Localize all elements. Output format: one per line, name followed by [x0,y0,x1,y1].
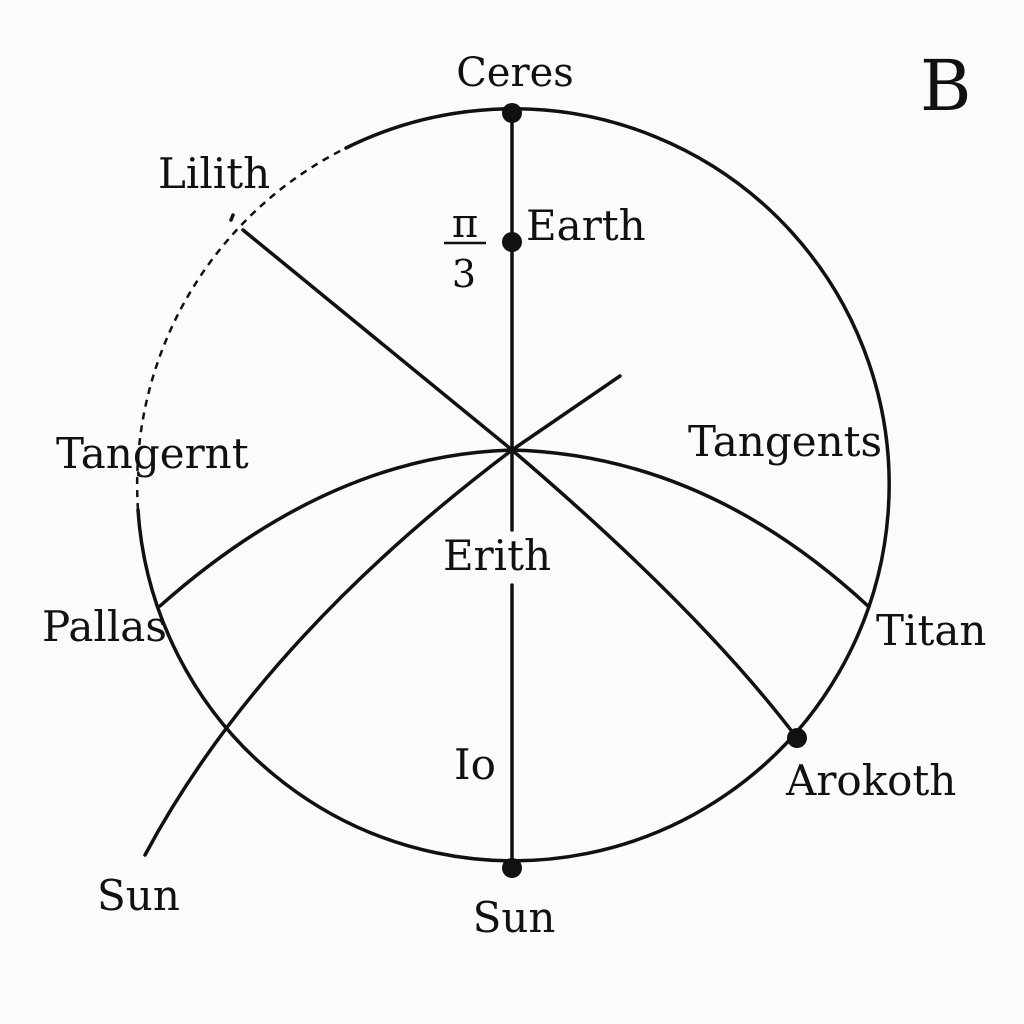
orbit-diagram: B Ceres Earth π 3 Lilith Tangernt Tangen… [42,45,986,942]
label-titan: Titan [876,606,986,655]
arokoth-curve [510,448,799,740]
label-ceres: Ceres [456,50,574,96]
label-earth: Earth [526,201,646,250]
label-pallas: Pallas [42,602,167,651]
diagram-stage: B Ceres Earth π 3 Lilith Tangernt Tangen… [0,0,1024,1024]
sun-dot [502,858,522,878]
label-arokoth: Arokoth [785,756,956,805]
ceres-dot [502,103,522,123]
label-io: Io [454,740,496,789]
label-lilith: Lilith [158,149,270,198]
earth-dot [502,232,522,252]
label-tangent-left: Tangernt [56,429,249,478]
angle-denominator: 3 [452,252,476,296]
lilith-tick [229,213,235,222]
pallas-titan-arc [158,448,870,608]
angle-numerator: π [452,201,478,247]
label-erith: Erith [443,531,551,580]
short-ray [510,374,622,452]
arokoth-dot [787,728,807,748]
sun-curve [143,448,514,857]
label-sun-bottom: Sun [473,893,556,942]
panel-letter: B [920,45,971,127]
label-sun-left: Sun [97,871,180,920]
label-tangents-right: Tangents [688,417,882,466]
